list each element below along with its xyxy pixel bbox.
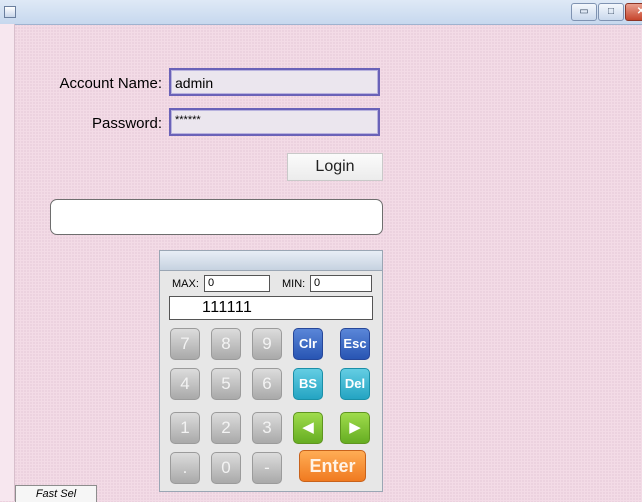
keypad-display: 111111 [169, 296, 373, 320]
escape-button[interactable]: Esc [340, 328, 370, 360]
key-7[interactable]: 7 [170, 328, 200, 360]
delete-button[interactable]: Del [340, 368, 370, 400]
backspace-button[interactable]: BS [293, 368, 323, 400]
keypad-header [160, 251, 382, 271]
key-3[interactable]: 3 [252, 412, 282, 444]
password-input[interactable] [171, 112, 378, 136]
min-label: MIN: [282, 278, 306, 290]
key-2[interactable]: 2 [211, 412, 241, 444]
account-name-label: Account Name: [59, 75, 162, 92]
message-box [50, 199, 383, 235]
numeric-keypad: MAX: 0 MIN: 0 111111 7 8 9 Clr Esc 4 5 6… [159, 250, 383, 492]
maximize-icon[interactable]: □ [598, 3, 624, 21]
key-minus[interactable]: - [252, 452, 282, 484]
password-label: Password: [91, 115, 162, 132]
title-bar: ▭ □ ✕ [0, 0, 642, 25]
key-6[interactable]: 6 [252, 368, 282, 400]
window-left-edge [0, 24, 15, 501]
max-label: MAX: [172, 278, 199, 290]
key-5[interactable]: 5 [211, 368, 241, 400]
tab-fast-sel[interactable]: Fast Sel [15, 485, 97, 502]
key-dot[interactable]: . [170, 452, 200, 484]
left-arrow-icon[interactable]: ◀ [293, 412, 323, 444]
key-4[interactable]: 4 [170, 368, 200, 400]
key-8[interactable]: 8 [211, 328, 241, 360]
app-icon [4, 6, 16, 18]
key-0[interactable]: 0 [211, 452, 241, 484]
account-name-input[interactable] [171, 70, 378, 94]
max-value-field: 0 [204, 275, 270, 292]
key-1[interactable]: 1 [170, 412, 200, 444]
key-9[interactable]: 9 [252, 328, 282, 360]
login-button[interactable]: Login [287, 153, 383, 181]
clear-button[interactable]: Clr [293, 328, 323, 360]
password-field[interactable] [169, 108, 380, 136]
account-name-field[interactable] [169, 68, 380, 96]
minimize-icon[interactable]: ▭ [571, 3, 597, 21]
min-value-field: 0 [310, 275, 372, 292]
right-arrow-icon[interactable]: ▶ [340, 412, 370, 444]
close-icon[interactable]: ✕ [625, 3, 642, 21]
enter-button[interactable]: Enter [299, 450, 366, 482]
